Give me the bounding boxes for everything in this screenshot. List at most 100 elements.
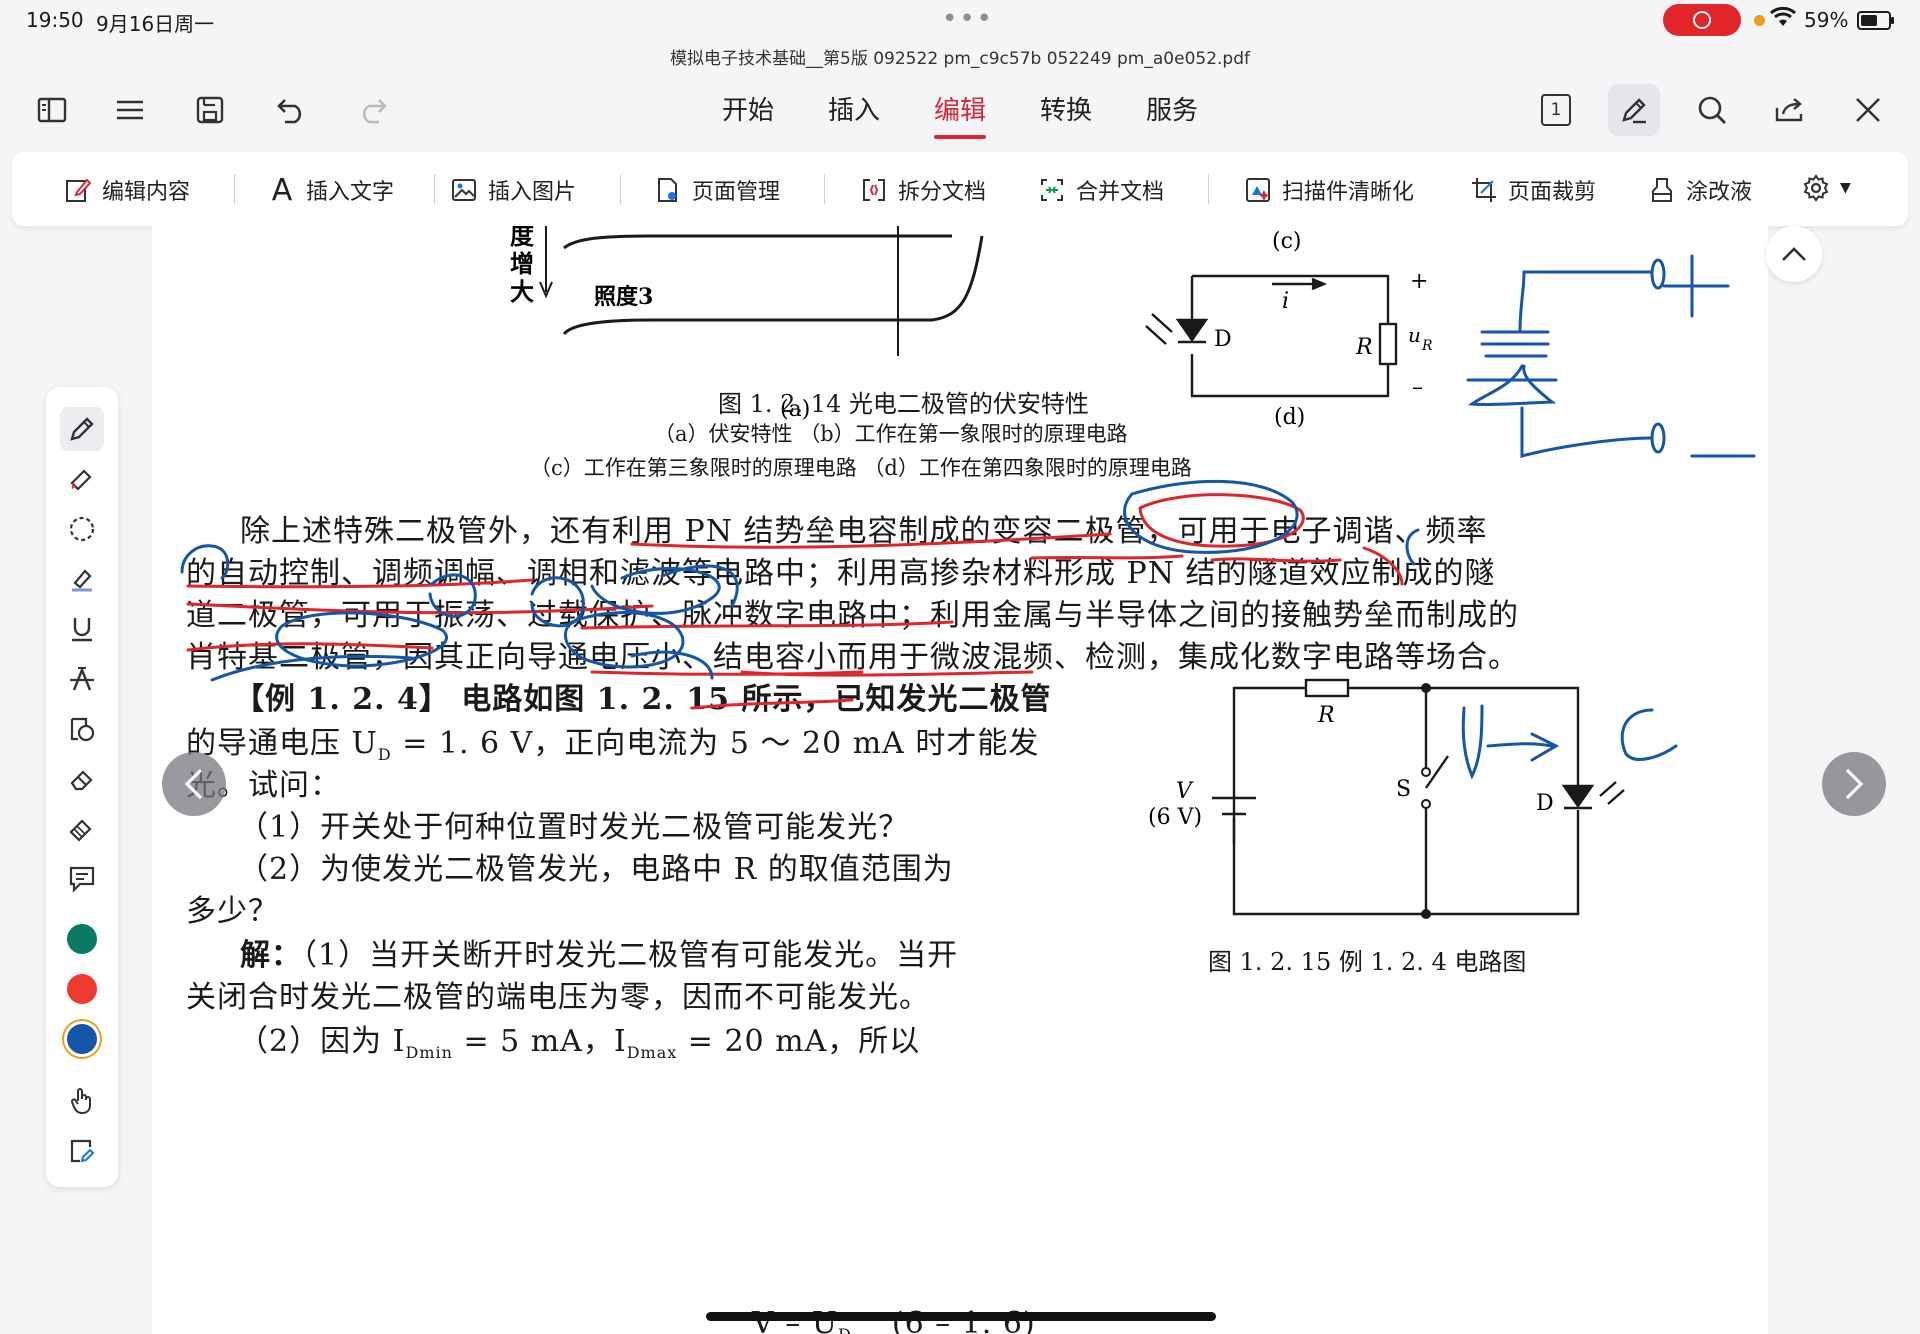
paragraph-line-3: 道二极管，可用于振荡、过载保护、脉冲数字电路中；利用金属与半导体之间的接触势垒而… (186, 598, 1519, 633)
eraser-tool-icon[interactable] (60, 757, 104, 801)
divider (434, 174, 435, 204)
strikethrough-tool-icon[interactable] (60, 657, 104, 701)
fig-d-plus: + (1410, 269, 1428, 294)
correction-fluid-label: 涂改液 (1686, 180, 1753, 205)
fig-a-label: 照度3 (594, 284, 653, 310)
wifi-icon (1770, 6, 1796, 34)
fig2-diode-label: D (1536, 791, 1554, 816)
multitask-dots-icon[interactable]: ••• (942, 4, 994, 34)
merge-document-label: 合并文档 (1076, 180, 1165, 205)
edit-page-tool-icon[interactable] (60, 1129, 104, 1173)
hand-tool-icon[interactable] (60, 1079, 104, 1123)
scan-enhance-button[interactable]: 扫描件清晰化 (1244, 174, 1414, 206)
edit-ribbon: 编辑内容 A 插入文字 插入图片 页面管理 拆分文档 合并文档 扫描件清晰化 页… (12, 152, 1908, 226)
comment-tool-icon[interactable] (60, 857, 104, 901)
split-document-button[interactable]: 拆分文档 (860, 174, 986, 206)
menu-icon[interactable] (104, 84, 156, 136)
fig-d-voltage: u (1408, 323, 1421, 347)
divider (824, 174, 825, 204)
battery-percent: 59% (1804, 8, 1849, 32)
figure-subcaption-2: （c）工作在第三象限时的原理电路 （d）工作在第四象限时的原理电路 (530, 456, 1192, 480)
split-document-label: 拆分文档 (898, 180, 987, 205)
split-icon (860, 176, 888, 204)
shape-tool-icon[interactable] (60, 707, 104, 751)
redo-icon[interactable] (346, 84, 398, 136)
text-a-icon: A (271, 172, 293, 208)
underline-tool-icon[interactable] (60, 607, 104, 651)
collapse-ribbon-button[interactable] (1766, 226, 1822, 282)
status-date: 9月16日周一 (96, 12, 215, 36)
color-swatch-red[interactable] (67, 974, 97, 1004)
page-number: 1 (1541, 94, 1571, 126)
figure-1-2-15-circuit (1212, 678, 1625, 916)
fig2-resistor-label: R (1317, 703, 1335, 728)
tab-service[interactable]: 服务 (1146, 90, 1198, 127)
save-icon[interactable] (184, 84, 236, 136)
insert-text-button[interactable]: A 插入文字 (268, 172, 395, 208)
edit-content-button[interactable]: 编辑内容 (64, 174, 190, 206)
document-filename: 模拟电子技术基础__第5版 092522 pm_c9c57b 052249 pm… (670, 49, 1250, 69)
share-icon[interactable] (1764, 84, 1816, 136)
example-heading: 【例 1. 2. 4】 电路如图 1. 2. 15 所示，已知发光二极管 (234, 682, 1052, 717)
status-time: 19:50 (26, 8, 84, 32)
merge-icon (1038, 176, 1066, 204)
solution-line-2: 关闭合时发光二极管的端电压为零，因而不可能发光。 (186, 980, 930, 1015)
solution-line-3: （2）因为 IDmin = 5 mA，IDmax = 20 mA，所以 (238, 1024, 921, 1062)
fig-d-voltage-sub: R (1421, 338, 1433, 354)
figure-1-2-15-caption: 图 1. 2. 15 例 1. 2. 4 电路图 (1208, 948, 1527, 976)
page-manage-button[interactable]: 页面管理 (654, 174, 780, 206)
sidebar-toggle-icon[interactable] (26, 84, 78, 136)
previous-page-button[interactable] (162, 752, 226, 816)
color-swatch-blue[interactable] (67, 1024, 97, 1054)
fig2-voltage-label: V (1176, 779, 1194, 804)
chevron-down-icon: ▼ (1840, 180, 1851, 196)
color-swatch-green[interactable] (67, 924, 97, 954)
fig-d-current: i (1282, 289, 1289, 314)
fig-d-caption: (d) (1274, 405, 1305, 430)
home-indicator[interactable] (706, 1312, 1216, 1321)
screen-record-icon[interactable] (1663, 4, 1741, 36)
insert-image-label: 插入图片 (488, 180, 577, 205)
fig-d-minus: – (1412, 375, 1423, 400)
settings-dropdown[interactable]: ▼ (1802, 174, 1851, 202)
tab-convert[interactable]: 转换 (1040, 90, 1092, 127)
lasso-tool-icon[interactable] (60, 507, 104, 551)
pdf-page[interactable]: 度 增 大 照度3 (a) (c) i D R u R + – (d) R V … (152, 226, 1768, 1334)
tab-edit[interactable]: 编辑 (934, 90, 987, 139)
correction-fluid-button[interactable]: 涂改液 (1648, 174, 1752, 206)
figure-title: 图 1. 2. 14 光电二极管的伏安特性 (718, 390, 1089, 418)
tab-insert[interactable]: 插入 (828, 90, 880, 127)
page-crop-button[interactable]: 页面裁剪 (1470, 174, 1596, 206)
scan-enhance-label: 扫描件清晰化 (1282, 180, 1415, 205)
pen-tool-icon[interactable] (60, 407, 104, 451)
fig-d-diode: D (1214, 327, 1232, 352)
undo-icon[interactable] (266, 84, 318, 136)
insert-image-button[interactable]: 插入图片 (450, 174, 576, 206)
paragraph-line-1: 除上述特殊二极管外，还有利用 PN 结势垒电容制成的变容二极管，可用于电子调谐、… (240, 514, 1488, 549)
close-icon[interactable] (1842, 84, 1894, 136)
paragraph-line-2: 的自动控制、调频调幅、调相和滤波等电路中；利用高掺杂材料形成 PN 结的隧道效应… (186, 556, 1496, 591)
erase-area-tool-icon[interactable] (60, 807, 104, 851)
highlighter-tool-icon[interactable] (60, 457, 104, 501)
edit-content-icon (64, 176, 92, 204)
page-crop-label: 页面裁剪 (1508, 180, 1597, 205)
search-icon[interactable] (1686, 84, 1738, 136)
page-number-button[interactable]: 1 (1530, 84, 1582, 136)
example-line-2: 的导通电压 UD = 1. 6 V，正向电流为 5 ～ 20 mA 时才能发 (186, 726, 1040, 764)
question-2-cont: 多少？ (186, 894, 279, 929)
divider (620, 174, 621, 204)
fig-a-axis-3: 大 (510, 277, 534, 306)
mic-indicator-icon (1754, 15, 1765, 26)
fig-a-axis-2: 增 (510, 249, 534, 278)
next-page-button[interactable] (1822, 752, 1886, 816)
tab-start[interactable]: 开始 (722, 90, 774, 127)
solution-line-1: 解：（1）当开关断开时发光二极管有可能发光。当开 (240, 938, 959, 973)
marker-tool-icon[interactable] (60, 557, 104, 601)
insert-text-label: 插入文字 (306, 180, 395, 205)
page-gear-icon (654, 176, 682, 204)
paragraph-line-4: 肖特基二极管，因其正向导通电压小、结电容小而用于微波混频、检测，集成化数字电路等… (186, 640, 1519, 675)
fig-a-axis-1: 度 (510, 226, 535, 250)
merge-document-button[interactable]: 合并文档 (1038, 174, 1164, 206)
gear-icon (1802, 174, 1830, 202)
annotate-pen-icon[interactable] (1608, 84, 1660, 136)
